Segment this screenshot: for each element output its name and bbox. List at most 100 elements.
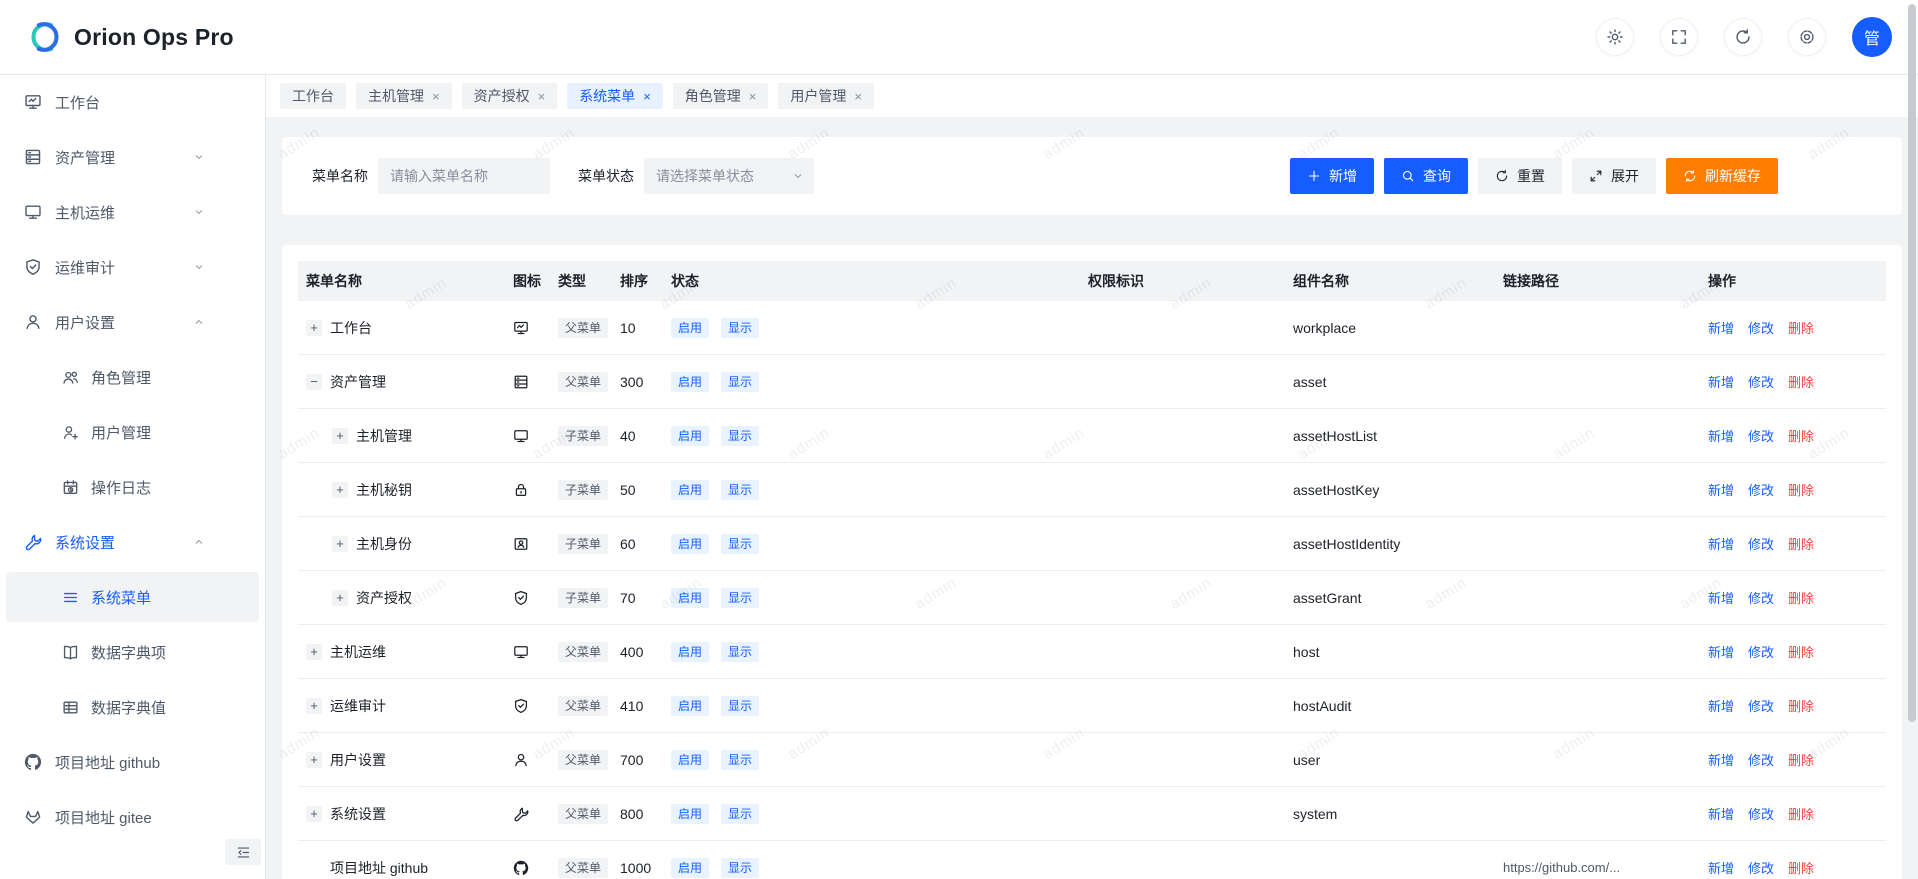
tab-主机管理[interactable]: 主机管理× <box>356 83 452 109</box>
expand-row-button[interactable]: + <box>306 644 322 660</box>
expand-row-button[interactable]: + <box>332 428 348 444</box>
row-delete-link[interactable]: 删除 <box>1788 750 1814 769</box>
column-header-权限标识: 权限标识 <box>1080 271 1285 291</box>
row-edit-link[interactable]: 修改 <box>1748 426 1774 445</box>
row-edit-link[interactable]: 修改 <box>1748 804 1774 823</box>
row-add-link[interactable]: 新增 <box>1708 588 1734 607</box>
row-add-link[interactable]: 新增 <box>1708 480 1734 499</box>
row-delete-link[interactable]: 删除 <box>1788 642 1814 661</box>
app-title: Orion Ops Pro <box>74 24 234 51</box>
sidebar-item-user-settings[interactable]: 用户设置 <box>6 297 259 347</box>
row-add-link[interactable]: 新增 <box>1708 426 1734 445</box>
tab-系统菜单[interactable]: 系统菜单 × <box>567 83 663 109</box>
refresh-button[interactable] <box>1724 18 1762 56</box>
theme-toggle-button[interactable] <box>1596 18 1634 56</box>
expand-all-button[interactable]: 展开 <box>1572 158 1656 194</box>
collapse-row-button[interactable]: − <box>306 374 322 390</box>
tab-bar: 工作台主机管理×资产授权×系统菜单×角色管理×用户管理× <box>266 75 1918 117</box>
tab-close-icon[interactable]: × <box>538 89 546 104</box>
row-delete-link[interactable]: 删除 <box>1788 858 1814 877</box>
row-add-link[interactable]: 新增 <box>1708 318 1734 337</box>
status-visible-tag: 显示 <box>721 534 759 554</box>
tab-资产授权[interactable]: 资产授权× <box>462 83 558 109</box>
menu-name-cell: +主机秘钥 <box>298 480 505 500</box>
row-add-link[interactable]: 新增 <box>1708 372 1734 391</box>
row-add-link[interactable]: 新增 <box>1708 696 1734 715</box>
row-add-link[interactable]: 新增 <box>1708 642 1734 661</box>
expand-row-button[interactable]: + <box>306 320 322 336</box>
row-delete-link[interactable]: 删除 <box>1788 480 1814 499</box>
sidebar-item-system-settings[interactable]: 系统设置 <box>6 517 259 567</box>
row-edit-link[interactable]: 修改 <box>1748 372 1774 391</box>
row-delete-link[interactable]: 删除 <box>1788 426 1814 445</box>
tab-close-icon[interactable]: × <box>432 89 440 104</box>
menu-name-input[interactable] <box>378 158 550 194</box>
sidebar-item-project-github[interactable]: 项目地址 github <box>6 737 259 787</box>
row-delete-link[interactable]: 删除 <box>1788 696 1814 715</box>
scrollbar-thumb[interactable] <box>1908 4 1916 722</box>
refresh-cache-button[interactable]: 刷新缓存 <box>1666 158 1778 194</box>
chevron-down-icon <box>792 170 804 182</box>
sidebar-item-ops-audit[interactable]: 运维审计 <box>6 242 259 292</box>
user-avatar[interactable]: 管 <box>1852 17 1892 57</box>
menu-status-select[interactable]: 请选择菜单状态 <box>644 158 814 194</box>
sidebar-item-dict-item[interactable]: 数据字典项 <box>6 627 259 677</box>
sidebar-item-asset-management[interactable]: 资产管理 <box>6 132 259 182</box>
row-delete-link[interactable]: 删除 <box>1788 534 1814 553</box>
sidebar-item-operation-log[interactable]: 操作日志 <box>6 462 259 512</box>
row-edit-link[interactable]: 修改 <box>1748 534 1774 553</box>
expand-row-button[interactable]: + <box>332 536 348 552</box>
github-icon <box>24 753 42 771</box>
row-add-link[interactable]: 新增 <box>1708 750 1734 769</box>
sidebar-item-dict-value[interactable]: 数据字典值 <box>6 682 259 732</box>
gear-icon <box>1798 28 1816 46</box>
status-cell: 启用显示 <box>663 696 1080 716</box>
row-edit-link[interactable]: 修改 <box>1748 642 1774 661</box>
expand-icon <box>1589 169 1603 183</box>
expand-row-button[interactable]: + <box>306 806 322 822</box>
row-edit-link[interactable]: 修改 <box>1748 318 1774 337</box>
row-delete-link[interactable]: 删除 <box>1788 588 1814 607</box>
row-delete-link[interactable]: 删除 <box>1788 804 1814 823</box>
menu-icon-cell <box>505 374 550 390</box>
tab-close-icon[interactable]: × <box>749 89 757 104</box>
settings-button[interactable] <box>1788 18 1826 56</box>
expand-row-button[interactable]: + <box>306 752 322 768</box>
tab-close-icon[interactable]: × <box>854 89 862 104</box>
row-add-link[interactable]: 新增 <box>1708 804 1734 823</box>
menu-name-text: 资产授权 <box>356 588 412 608</box>
sidebar-item-system-menu[interactable]: 系统菜单 <box>6 572 259 622</box>
tab-工作台[interactable]: 工作台 <box>280 83 346 109</box>
row-delete-link[interactable]: 删除 <box>1788 372 1814 391</box>
page-scrollbar <box>1908 0 1916 879</box>
row-edit-link[interactable]: 修改 <box>1748 858 1774 877</box>
query-button[interactable]: 查询 <box>1384 158 1468 194</box>
tab-label: 系统菜单 <box>579 86 635 106</box>
sidebar-item-project-gitee[interactable]: 项目地址 gitee <box>6 792 259 842</box>
tab-角色管理[interactable]: 角色管理× <box>673 83 769 109</box>
row-edit-link[interactable]: 修改 <box>1748 696 1774 715</box>
sidebar-item-host-ops[interactable]: 主机运维 <box>6 187 259 237</box>
status-enabled-tag: 启用 <box>671 426 709 446</box>
row-edit-link[interactable]: 修改 <box>1748 480 1774 499</box>
expand-row-button[interactable]: + <box>306 698 322 714</box>
row-add-link[interactable]: 新增 <box>1708 534 1734 553</box>
tab-用户管理[interactable]: 用户管理× <box>778 83 874 109</box>
sidebar-item-workbench[interactable]: 工作台 <box>6 77 259 127</box>
sidebar-item-label: 用户设置 <box>55 312 115 333</box>
type-tag: 父菜单 <box>558 318 608 338</box>
row-edit-link[interactable]: 修改 <box>1748 750 1774 769</box>
fullscreen-button[interactable] <box>1660 18 1698 56</box>
reset-button[interactable]: 重置 <box>1478 158 1562 194</box>
sidebar-item-user-management[interactable]: 用户管理 <box>6 407 259 457</box>
add-button[interactable]: 新增 <box>1290 158 1374 194</box>
row-edit-link[interactable]: 修改 <box>1748 588 1774 607</box>
expand-row-button[interactable]: + <box>332 590 348 606</box>
type-tag: 子菜单 <box>558 480 608 500</box>
expand-row-button[interactable]: + <box>332 482 348 498</box>
tab-close-icon[interactable]: × <box>643 89 651 104</box>
sidebar-collapse-button[interactable] <box>225 839 261 865</box>
sidebar-item-role-management[interactable]: 角色管理 <box>6 352 259 402</box>
row-delete-link[interactable]: 删除 <box>1788 318 1814 337</box>
row-add-link[interactable]: 新增 <box>1708 858 1734 877</box>
